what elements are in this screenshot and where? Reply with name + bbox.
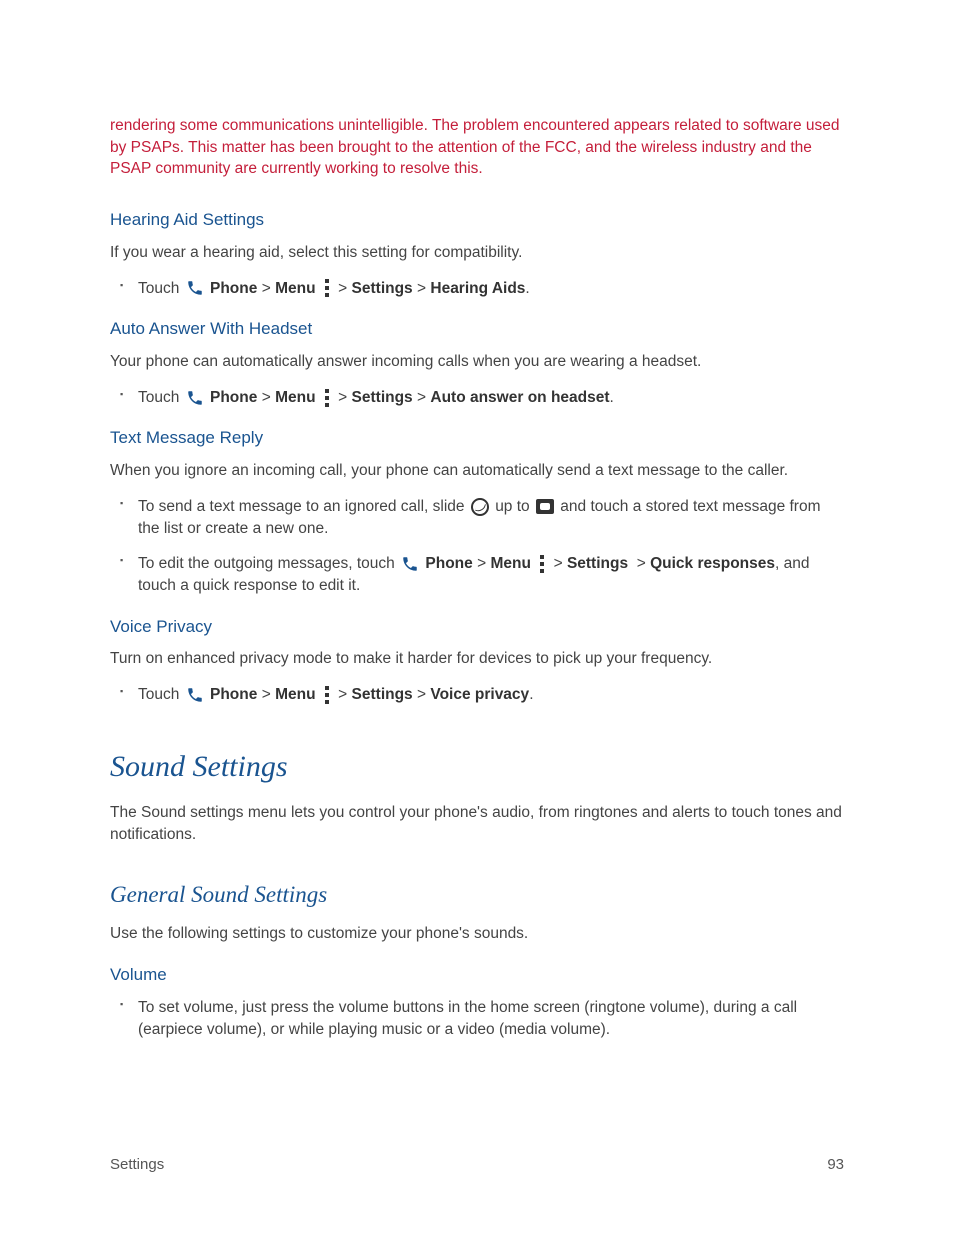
hearing-aid-intro: If you wear a hearing aid, select this s… xyxy=(110,242,844,264)
message-icon xyxy=(536,499,554,514)
touch-label: Touch xyxy=(138,389,179,406)
phone-label: Phone xyxy=(210,686,257,703)
general-sound-heading: General Sound Settings xyxy=(110,879,844,911)
separator: > xyxy=(338,389,347,406)
target-label: Hearing Aids xyxy=(430,280,525,297)
auto-answer-intro: Your phone can automatically answer inco… xyxy=(110,351,844,373)
page-number: 93 xyxy=(827,1154,844,1175)
target-label: Voice privacy xyxy=(430,686,529,703)
phone-icon xyxy=(186,279,204,297)
settings-label: Settings xyxy=(567,555,628,572)
voice-privacy-intro: Turn on enhanced privacy mode to make it… xyxy=(110,648,844,670)
phone-label: Phone xyxy=(425,555,472,572)
warning-paragraph: rendering some communications unintellig… xyxy=(110,115,844,180)
menu-label: Menu xyxy=(275,280,315,297)
sound-settings-intro: The Sound settings menu lets you control… xyxy=(110,802,844,845)
text-reply-intro: When you ignore an incoming call, your p… xyxy=(110,460,844,482)
text-reply-heading: Text Message Reply xyxy=(110,426,844,450)
separator: > xyxy=(262,686,271,703)
separator: > xyxy=(417,686,426,703)
phone-icon xyxy=(401,555,419,573)
text-pre: To send a text message to an ignored cal… xyxy=(138,498,465,515)
menu-icon xyxy=(322,278,332,298)
page-footer: Settings 93 xyxy=(110,1154,844,1175)
touch-label: Touch xyxy=(138,280,179,297)
phone-icon xyxy=(186,686,204,704)
phone-label: Phone xyxy=(210,389,257,406)
separator: > xyxy=(417,389,426,406)
separator: > xyxy=(417,280,426,297)
settings-label: Settings xyxy=(352,280,413,297)
settings-label: Settings xyxy=(352,389,413,406)
voice-privacy-step: Touch Phone > Menu > Settings > Voice pr… xyxy=(138,684,844,706)
general-sound-intro: Use the following settings to customize … xyxy=(110,923,844,945)
text-reply-step-1: To send a text message to an ignored cal… xyxy=(138,496,844,539)
volume-step: To set volume, just press the volume but… xyxy=(138,997,844,1040)
auto-answer-step: Touch Phone > Menu > Settings > Auto ans… xyxy=(138,387,844,409)
separator: > xyxy=(262,280,271,297)
menu-label: Menu xyxy=(490,555,530,572)
auto-answer-heading: Auto Answer With Headset xyxy=(110,317,844,341)
voice-privacy-heading: Voice Privacy xyxy=(110,615,844,639)
circle-phone-icon xyxy=(471,498,489,516)
separator: > xyxy=(262,389,271,406)
menu-icon xyxy=(322,685,332,705)
menu-icon xyxy=(322,388,332,408)
phone-icon xyxy=(186,389,204,407)
separator: > xyxy=(338,280,347,297)
separator: > xyxy=(637,555,646,572)
text-mid: up to xyxy=(495,498,529,515)
settings-label: Settings xyxy=(352,686,413,703)
separator: > xyxy=(477,555,486,572)
hearing-aid-heading: Hearing Aid Settings xyxy=(110,208,844,232)
quick-label: Quick responses xyxy=(650,555,775,572)
volume-heading: Volume xyxy=(110,963,844,987)
text-pre: To edit the outgoing messages, touch xyxy=(138,555,395,572)
hearing-aid-step: Touch Phone > Menu > Settings > Hearing … xyxy=(138,278,844,300)
menu-icon xyxy=(537,554,547,574)
phone-label: Phone xyxy=(210,280,257,297)
menu-label: Menu xyxy=(275,389,315,406)
text-reply-step-2: To edit the outgoing messages, touch Pho… xyxy=(138,553,844,596)
touch-label: Touch xyxy=(138,686,179,703)
target-label: Auto answer on headset xyxy=(430,389,609,406)
separator: > xyxy=(554,555,563,572)
footer-label: Settings xyxy=(110,1154,164,1175)
sound-settings-heading: Sound Settings xyxy=(110,746,844,788)
menu-label: Menu xyxy=(275,686,315,703)
separator: > xyxy=(338,686,347,703)
